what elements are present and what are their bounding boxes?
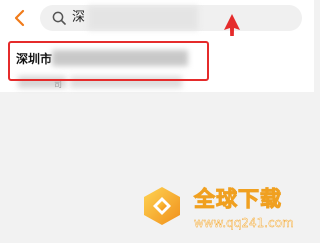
search-query-text: 深 [72,10,86,25]
search-input[interactable]: 深 [40,5,302,31]
result-subtitle: 司 [54,80,62,89]
watermark-title: 全球下载 [194,187,282,212]
top-bar: 深 [0,0,314,36]
watermark: 全球下载 www.qq241.com [140,180,314,243]
blurred-query-text [88,6,198,30]
highlight-annotation [8,41,209,81]
watermark-logo-icon [144,187,180,225]
chevron-left-icon [14,9,25,27]
back-button[interactable] [8,8,30,28]
search-icon [52,11,66,25]
watermark-url: www.qq241.com [194,216,294,230]
